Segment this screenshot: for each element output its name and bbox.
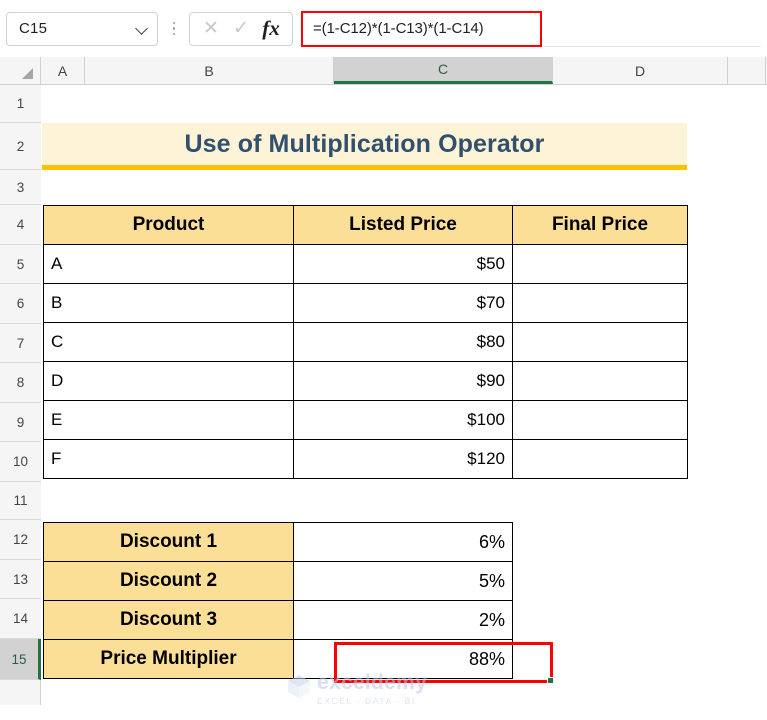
row-header-13[interactable]: 13 [0, 560, 41, 599]
cell-listed-price[interactable]: $100 [293, 400, 513, 440]
discount-table: Discount 1 6% Discount 2 5% Discount 3 2… [43, 522, 513, 679]
formula-input[interactable]: =(1-C12)*(1-C13)*(1-C14) [301, 10, 542, 47]
kebab-dot [172, 32, 176, 36]
cell-discount-label: Discount 2 [43, 561, 294, 601]
table-row[interactable]: Discount 2 5% [43, 561, 513, 601]
table-row[interactable]: F $120 [43, 439, 688, 479]
formula-bar: C15 ✕ ✓ fx =(1-C12)*(1-C13)*(1-C14) [0, 0, 767, 57]
cell-product[interactable]: D [43, 361, 294, 401]
table-row[interactable]: Price Multiplier 88% [43, 639, 513, 679]
page-title: Use of Multiplication Operator [184, 129, 545, 158]
row-header-9[interactable]: 9 [0, 403, 41, 442]
row-header-6[interactable]: 6 [0, 284, 41, 324]
cell-listed-price[interactable]: $80 [293, 322, 513, 362]
cell-listed-price[interactable]: $90 [293, 361, 513, 401]
row-header-1[interactable]: 1 [0, 85, 41, 123]
name-box[interactable]: C15 [6, 11, 158, 46]
confirm-check-icon[interactable]: ✓ [227, 15, 255, 43]
cell-final-price[interactable] [512, 322, 688, 362]
cell-final-price[interactable] [512, 283, 688, 323]
row-header-10[interactable]: 10 [0, 442, 41, 482]
table-row[interactable]: D $90 [43, 361, 688, 401]
row-header-2[interactable]: 2 [0, 123, 41, 170]
column-header-final-price: Final Price [512, 205, 688, 245]
row-header-3[interactable]: 3 [0, 170, 41, 205]
column-header-e[interactable] [728, 57, 766, 84]
column-header-row: A B C D [0, 57, 767, 85]
cell-listed-price[interactable]: $120 [293, 439, 513, 479]
cell-product[interactable]: A [43, 244, 294, 284]
table-row[interactable]: A $50 [43, 244, 688, 284]
cell-product[interactable]: B [43, 283, 294, 323]
row-header-5[interactable]: 5 [0, 245, 41, 284]
row-header-12[interactable]: 12 [0, 520, 41, 560]
row-header-7[interactable]: 7 [0, 324, 41, 363]
cell-listed-price[interactable]: $50 [293, 244, 513, 284]
row-header-11[interactable]: 11 [0, 482, 41, 520]
table-row[interactable]: Discount 3 2% [43, 600, 513, 640]
select-all-corner[interactable] [0, 57, 41, 84]
row-header-14[interactable]: 14 [0, 599, 41, 639]
kebab-dot [172, 21, 176, 25]
cell-discount-label: Discount 1 [43, 522, 294, 562]
cell-product[interactable]: C [43, 322, 294, 362]
kebab-dot [172, 27, 176, 30]
row-header-15[interactable]: 15 [0, 639, 41, 680]
table-header-row: Product Listed Price Final Price [43, 205, 688, 245]
table-row[interactable]: B $70 [43, 283, 688, 323]
formula-text: =(1-C12)*(1-C13)*(1-C14) [313, 20, 484, 37]
cell-price-multiplier-label: Price Multiplier [43, 639, 294, 679]
sheet-title-banner: Use of Multiplication Operator [42, 123, 687, 170]
table-row[interactable]: E $100 [43, 400, 688, 440]
row-header-4[interactable]: 4 [0, 205, 41, 245]
cell-product[interactable]: E [43, 400, 294, 440]
cell-final-price[interactable] [512, 361, 688, 401]
column-header-listed-price: Listed Price [293, 205, 513, 245]
name-box-value: C15 [19, 20, 48, 37]
cell-price-multiplier-value[interactable]: 88% [293, 639, 513, 679]
cell-final-price[interactable] [512, 244, 688, 284]
cell-final-price[interactable] [512, 439, 688, 479]
formula-bar-filler [544, 11, 761, 47]
cell-final-price[interactable] [512, 400, 688, 440]
table-row[interactable]: C $80 [43, 322, 688, 362]
row-header-8[interactable]: 8 [0, 363, 41, 403]
cell-discount-value[interactable]: 2% [293, 600, 513, 640]
cell-discount-label: Discount 3 [43, 600, 294, 640]
formula-action-group: ✕ ✓ fx [189, 11, 293, 46]
column-header-d[interactable]: D [553, 57, 728, 84]
cell-product[interactable]: F [43, 439, 294, 479]
chevron-down-icon[interactable] [135, 22, 149, 36]
cell-listed-price[interactable]: $70 [293, 283, 513, 323]
product-table: Product Listed Price Final Price A $50 B… [43, 205, 688, 479]
more-options-icon[interactable] [165, 12, 183, 46]
column-header-product: Product [43, 205, 294, 245]
column-header-b[interactable]: B [85, 57, 334, 84]
fx-insert-function-icon[interactable]: fx [257, 15, 285, 43]
column-header-a[interactable]: A [41, 57, 85, 84]
cell-discount-value[interactable]: 5% [293, 561, 513, 601]
cell-discount-value[interactable]: 6% [293, 522, 513, 562]
cancel-x-icon[interactable]: ✕ [197, 15, 225, 43]
column-header-c[interactable]: C [334, 57, 553, 84]
select-all-triangle-icon [22, 68, 33, 79]
row-header-gutter: 1 2 3 4 5 6 7 8 9 10 11 12 13 14 15 [0, 85, 41, 705]
table-row[interactable]: Discount 1 6% [43, 522, 513, 562]
